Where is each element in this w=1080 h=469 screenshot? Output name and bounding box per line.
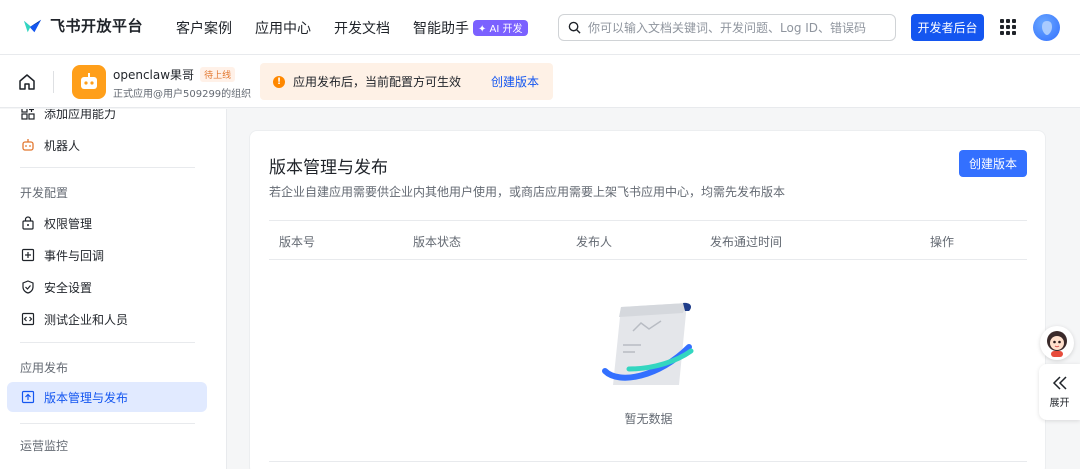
sidebar-divider — [20, 423, 195, 424]
dev-console-button[interactable]: 开发者后台 — [911, 14, 984, 41]
empty-state-text: 暂无数据 — [624, 412, 673, 426]
version-management-card: 版本管理与发布 若企业自建应用需要供企业内其他用户使用，或商店应用需要上架飞书应… — [249, 130, 1046, 469]
sidebar-item-permissions[interactable]: 权限管理 — [7, 208, 207, 238]
top-navbar: 飞书开放平台 客户案例 应用中心 开发文档 智能助手 ✦ AI 开发 开发者后台 — [0, 0, 1080, 55]
assistant-avatar[interactable] — [1040, 326, 1074, 360]
sidebar-item-label: 测试企业和人员 — [44, 312, 129, 327]
sidebar-item-label: 安全设置 — [44, 280, 93, 295]
sidebar-item-version-management[interactable]: 版本管理与发布 — [7, 382, 207, 412]
home-icon[interactable] — [18, 73, 36, 91]
app-subtitle: 正式应用@用户509299的组织 — [113, 89, 252, 100]
search-box[interactable] — [558, 14, 896, 41]
sidebar-group-publish: 应用发布 — [20, 361, 69, 375]
status-badge: 待上线 — [200, 67, 236, 82]
page-description: 若企业自建应用需要供企业内其他用户使用，或商店应用需要上架飞书应用中心，均需先发… — [269, 185, 786, 199]
sidebar: 添加应用能力 机器人 开发配置 权限管理 事件与回调 安全设置 测试企业和人员 … — [0, 109, 227, 469]
sidebar-divider — [20, 342, 195, 343]
search-input[interactable] — [588, 20, 878, 35]
notice-create-version-link[interactable]: 创建版本 — [491, 73, 539, 90]
search-icon — [568, 21, 581, 34]
create-version-button[interactable]: 创建版本 — [959, 150, 1027, 177]
sidebar-item-security[interactable]: 安全设置 — [7, 272, 207, 302]
expand-label: 展开 — [1049, 397, 1070, 409]
user-avatar-icon — [1041, 20, 1052, 35]
sidebar-item-label: 版本管理与发布 — [44, 390, 129, 405]
ai-dev-badge: ✦ AI 开发 — [473, 19, 528, 36]
nav-customer-cases[interactable]: 客户案例 — [176, 18, 232, 38]
divider — [53, 71, 54, 93]
user-avatar[interactable] — [1033, 14, 1060, 41]
robot-icon — [20, 138, 35, 153]
nav-dev-docs[interactable]: 开发文档 — [334, 18, 390, 38]
sidebar-item-robot[interactable]: 机器人 — [7, 130, 207, 160]
sidebar-group-monitor: 运营监控 — [20, 439, 69, 453]
double-chevron-left-icon — [1052, 375, 1067, 390]
table-bottom-border — [269, 461, 1027, 462]
sidebar-item-label: 添加应用能力 — [44, 109, 117, 121]
column-version-number: 版本号 — [279, 235, 316, 249]
app-grid-icon[interactable] — [1000, 19, 1016, 35]
nav-ai-assistant-label: 智能助手 — [413, 20, 469, 37]
column-publisher: 发布人 — [576, 235, 613, 249]
sidebar-item-test-users[interactable]: 测试企业和人员 — [7, 304, 207, 334]
permission-icon — [20, 216, 35, 231]
sidebar-item-label: 权限管理 — [44, 216, 93, 231]
sidebar-divider — [20, 167, 195, 168]
column-publish-time: 发布通过时间 — [710, 235, 783, 249]
app-name: openclaw果哥 待上线 — [113, 66, 236, 83]
app-header: openclaw果哥 待上线 正式应用@用户509299的组织 ! 应用发布后，… — [0, 55, 1080, 108]
sidebar-item-events[interactable]: 事件与回调 — [7, 240, 207, 270]
publish-notice: ! 应用发布后，当前配置方可生效 创建版本 — [260, 63, 553, 100]
column-actions: 操作 — [930, 235, 955, 249]
warning-icon: ! — [273, 75, 285, 88]
sidebar-item-label: 机器人 — [44, 138, 81, 153]
table-header: 版本号 版本状态 发布人 发布通过时间 操作 — [269, 220, 1027, 260]
empty-data-illustration — [602, 302, 694, 385]
feishu-logo-icon — [23, 19, 42, 33]
code-icon — [20, 312, 35, 327]
robot-avatar-icon — [81, 73, 97, 89]
upload-icon — [20, 390, 35, 405]
event-icon — [20, 248, 35, 263]
brand-logo[interactable]: 飞书开放平台 — [21, 14, 143, 37]
app-icon — [72, 65, 106, 99]
sidebar-item-add-capability[interactable]: 添加应用能力 — [7, 109, 207, 128]
expand-panel-button[interactable]: 展开 — [1039, 364, 1080, 420]
nav-links: 客户案例 应用中心 开发文档 智能助手 ✦ AI 开发 — [176, 0, 528, 55]
page-title: 版本管理与发布 — [269, 158, 388, 178]
sidebar-item-label: 事件与回调 — [44, 248, 105, 263]
nav-ai-assistant[interactable]: 智能助手 ✦ AI 开发 — [413, 18, 528, 38]
app-name-label: openclaw果哥 — [113, 68, 195, 82]
nav-app-center[interactable]: 应用中心 — [255, 18, 311, 38]
shield-icon — [20, 280, 35, 295]
brand-name: 飞书开放平台 — [50, 17, 144, 35]
notice-text: 应用发布后，当前配置方可生效 — [293, 75, 462, 89]
sidebar-group-dev-config: 开发配置 — [20, 186, 69, 200]
assistant-character-icon — [1047, 331, 1067, 357]
column-version-status: 版本状态 — [413, 235, 462, 249]
add-capability-icon — [20, 109, 35, 121]
